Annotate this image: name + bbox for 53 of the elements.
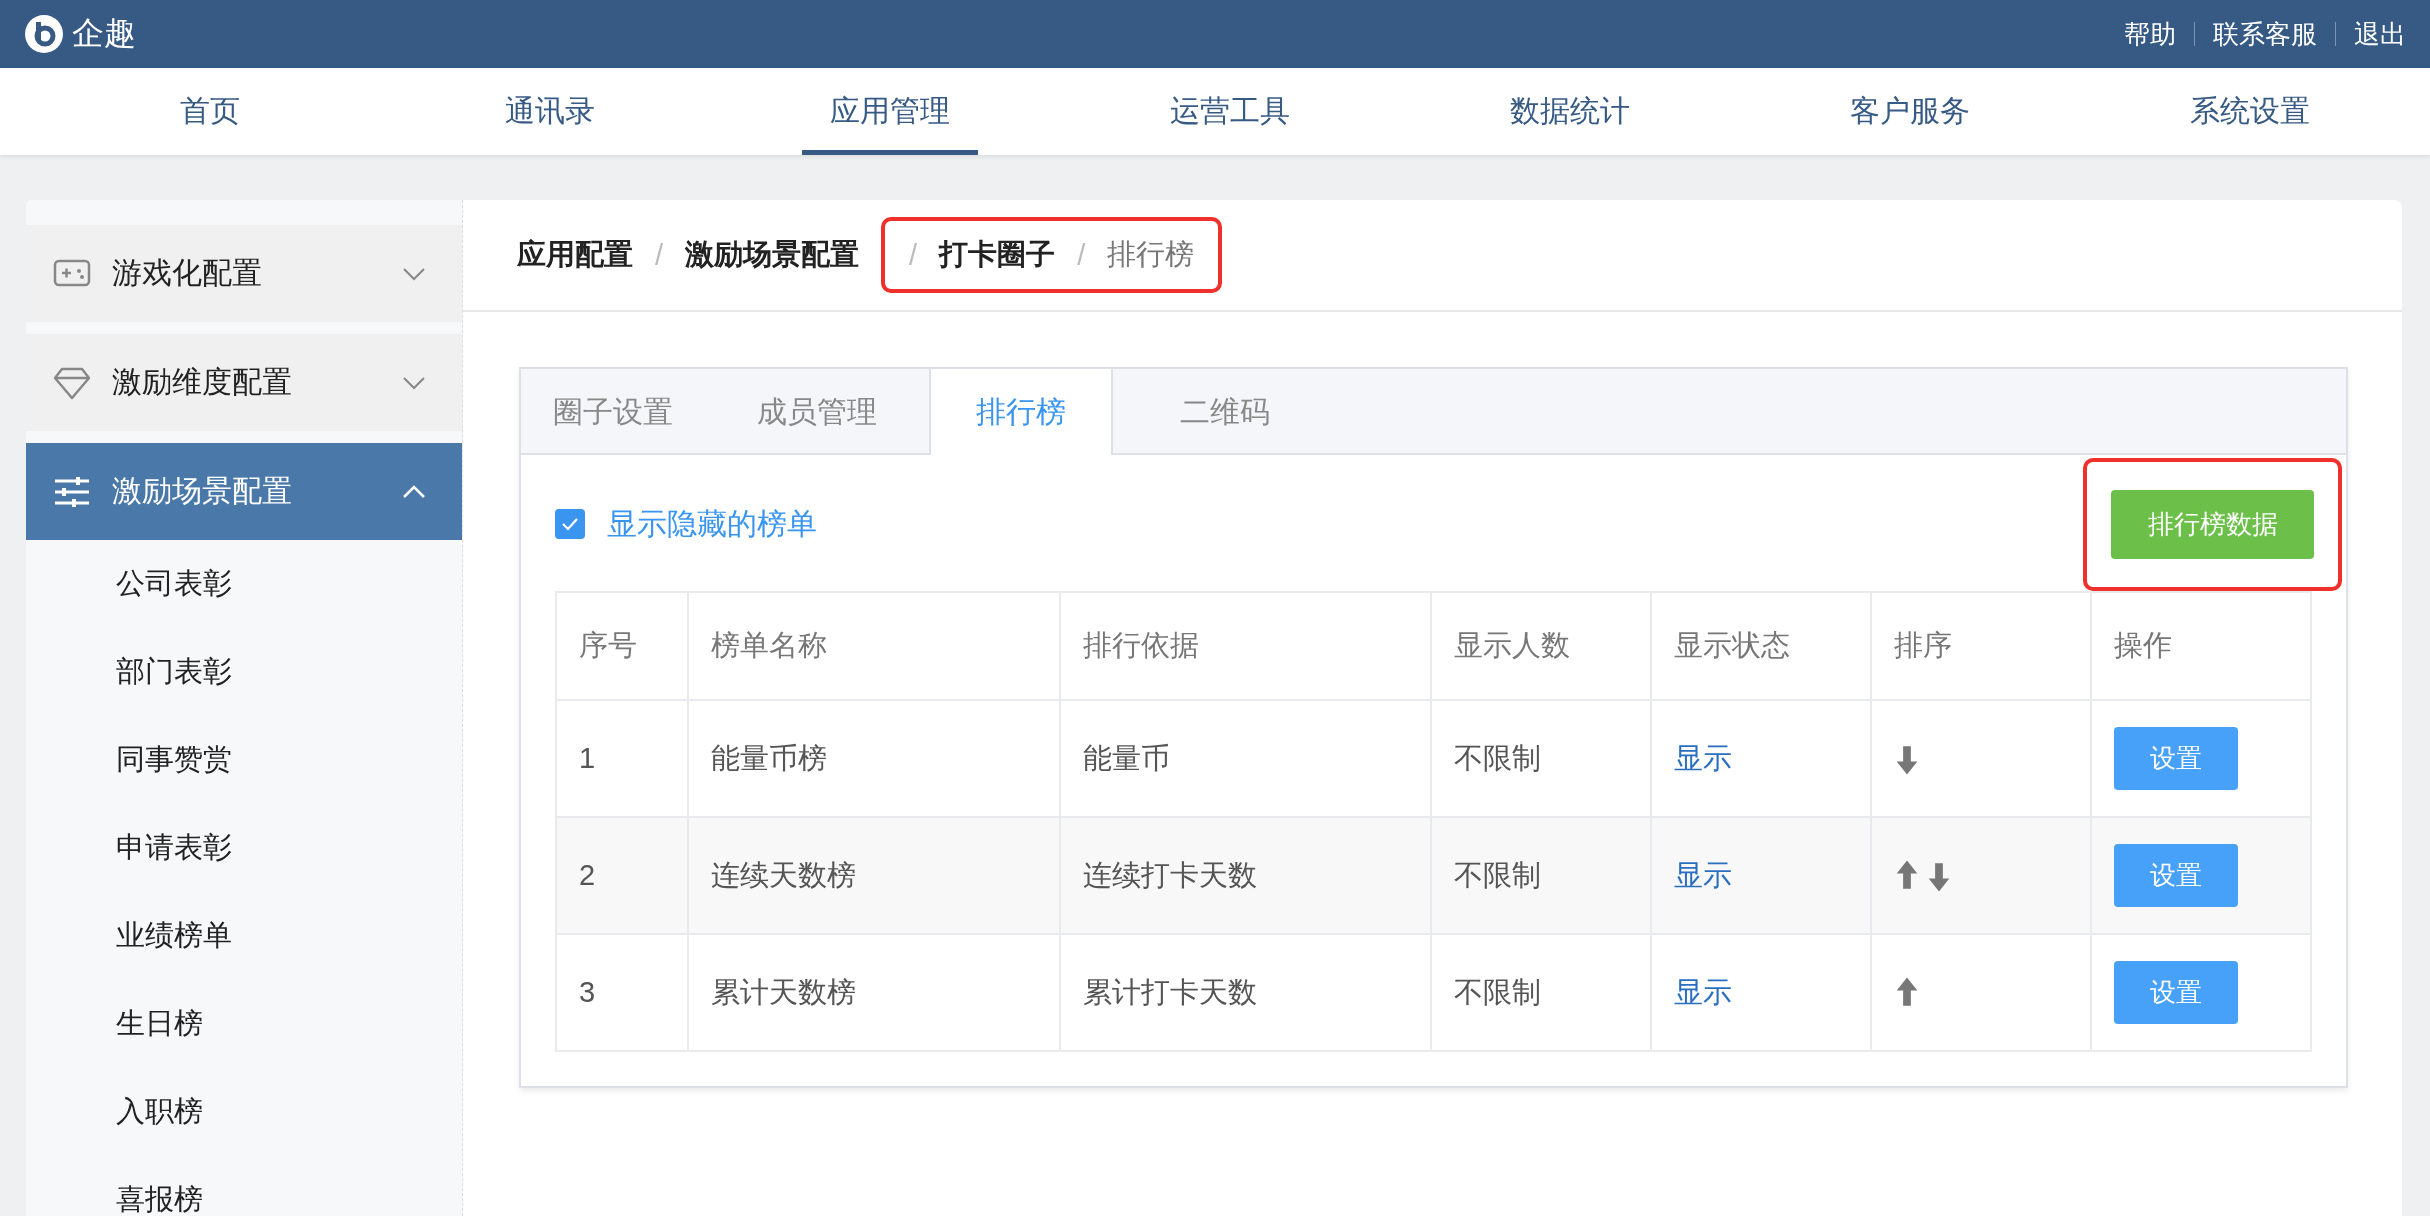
breadcrumb-separator: / — [1077, 238, 1086, 272]
column-header: 操作 — [2091, 592, 2311, 700]
sidebar-subitem[interactable]: 入职榜 — [26, 1068, 462, 1156]
nav-tab[interactable]: 运营工具 — [1060, 68, 1400, 155]
checkbox[interactable] — [555, 509, 585, 539]
table-cell: 不限制 — [1431, 817, 1652, 934]
sidebar-subitem[interactable]: 业绩榜单 — [26, 892, 462, 980]
status-link[interactable]: 显示 — [1674, 858, 1733, 891]
header-link[interactable]: 帮助 — [2124, 16, 2176, 52]
chevron-down-icon — [402, 375, 426, 390]
nav-tab[interactable]: 客户服务 — [1740, 68, 2080, 155]
chevron-up-icon — [402, 484, 426, 499]
breadcrumb-link[interactable]: 排行榜 — [1107, 235, 1195, 275]
column-header: 显示状态 — [1651, 592, 1872, 700]
breadcrumb-link[interactable]: 应用配置 — [517, 235, 633, 275]
nav-tab[interactable]: 系统设置 — [2080, 68, 2420, 155]
column-header: 显示人数 — [1431, 592, 1652, 700]
sidebar-item[interactable]: 游戏化配置 — [26, 225, 462, 322]
column-header: 排行依据 — [1059, 592, 1432, 700]
chevron-down-icon — [402, 266, 426, 281]
table-cell: 3 — [556, 934, 688, 1051]
sidebar-subitem[interactable]: 生日榜 — [26, 980, 462, 1068]
sidebar-subitem[interactable]: 申请表彰 — [26, 804, 462, 892]
header-link[interactable]: 退出 — [2354, 16, 2406, 52]
nav-tab[interactable]: 首页 — [40, 68, 380, 155]
status-link[interactable]: 显示 — [1674, 975, 1733, 1008]
sidebar-subitem[interactable]: 喜报榜 — [26, 1156, 462, 1216]
breadcrumb-separator: / — [655, 238, 664, 272]
table-cell: 连续天数榜 — [687, 817, 1060, 934]
table-cell: 不限制 — [1431, 934, 1652, 1051]
nav-tab[interactable]: 通讯录 — [380, 68, 720, 155]
logo-icon — [24, 14, 64, 54]
nav-tab[interactable]: 应用管理 — [802, 68, 978, 155]
breadcrumb-link[interactable]: 激励场景配置 — [685, 235, 860, 275]
breadcrumb-separator: / — [909, 238, 918, 272]
breadcrumb-link[interactable]: 打卡圈子 — [939, 235, 1056, 275]
column-header: 序号 — [556, 592, 688, 700]
sidebar-subitem[interactable]: 同事赞赏 — [26, 716, 462, 804]
nav-tab[interactable]: 数据统计 — [1400, 68, 1740, 155]
sidebar-item[interactable]: 激励维度配置 — [26, 334, 462, 431]
table-cell: 连续打卡天数 — [1059, 817, 1432, 934]
table-cell: 2 — [556, 817, 688, 934]
check-icon — [561, 517, 579, 531]
status-link[interactable]: 显示 — [1674, 741, 1733, 774]
column-header: 榜单名称 — [687, 592, 1060, 700]
sidebar-item[interactable]: 激励场景配置 — [26, 443, 462, 540]
header-link[interactable]: 联系客服 — [2213, 16, 2317, 52]
sidebar-subitem[interactable]: 部门表彰 — [26, 628, 462, 716]
sidebar-subitem[interactable]: 公司表彰 — [26, 540, 462, 628]
table-cell: 累计天数榜 — [687, 934, 1060, 1051]
logo-text: 企趣 — [72, 14, 136, 53]
table-cell: 累计打卡天数 — [1059, 934, 1432, 1051]
column-header: 排序 — [1871, 592, 2091, 700]
